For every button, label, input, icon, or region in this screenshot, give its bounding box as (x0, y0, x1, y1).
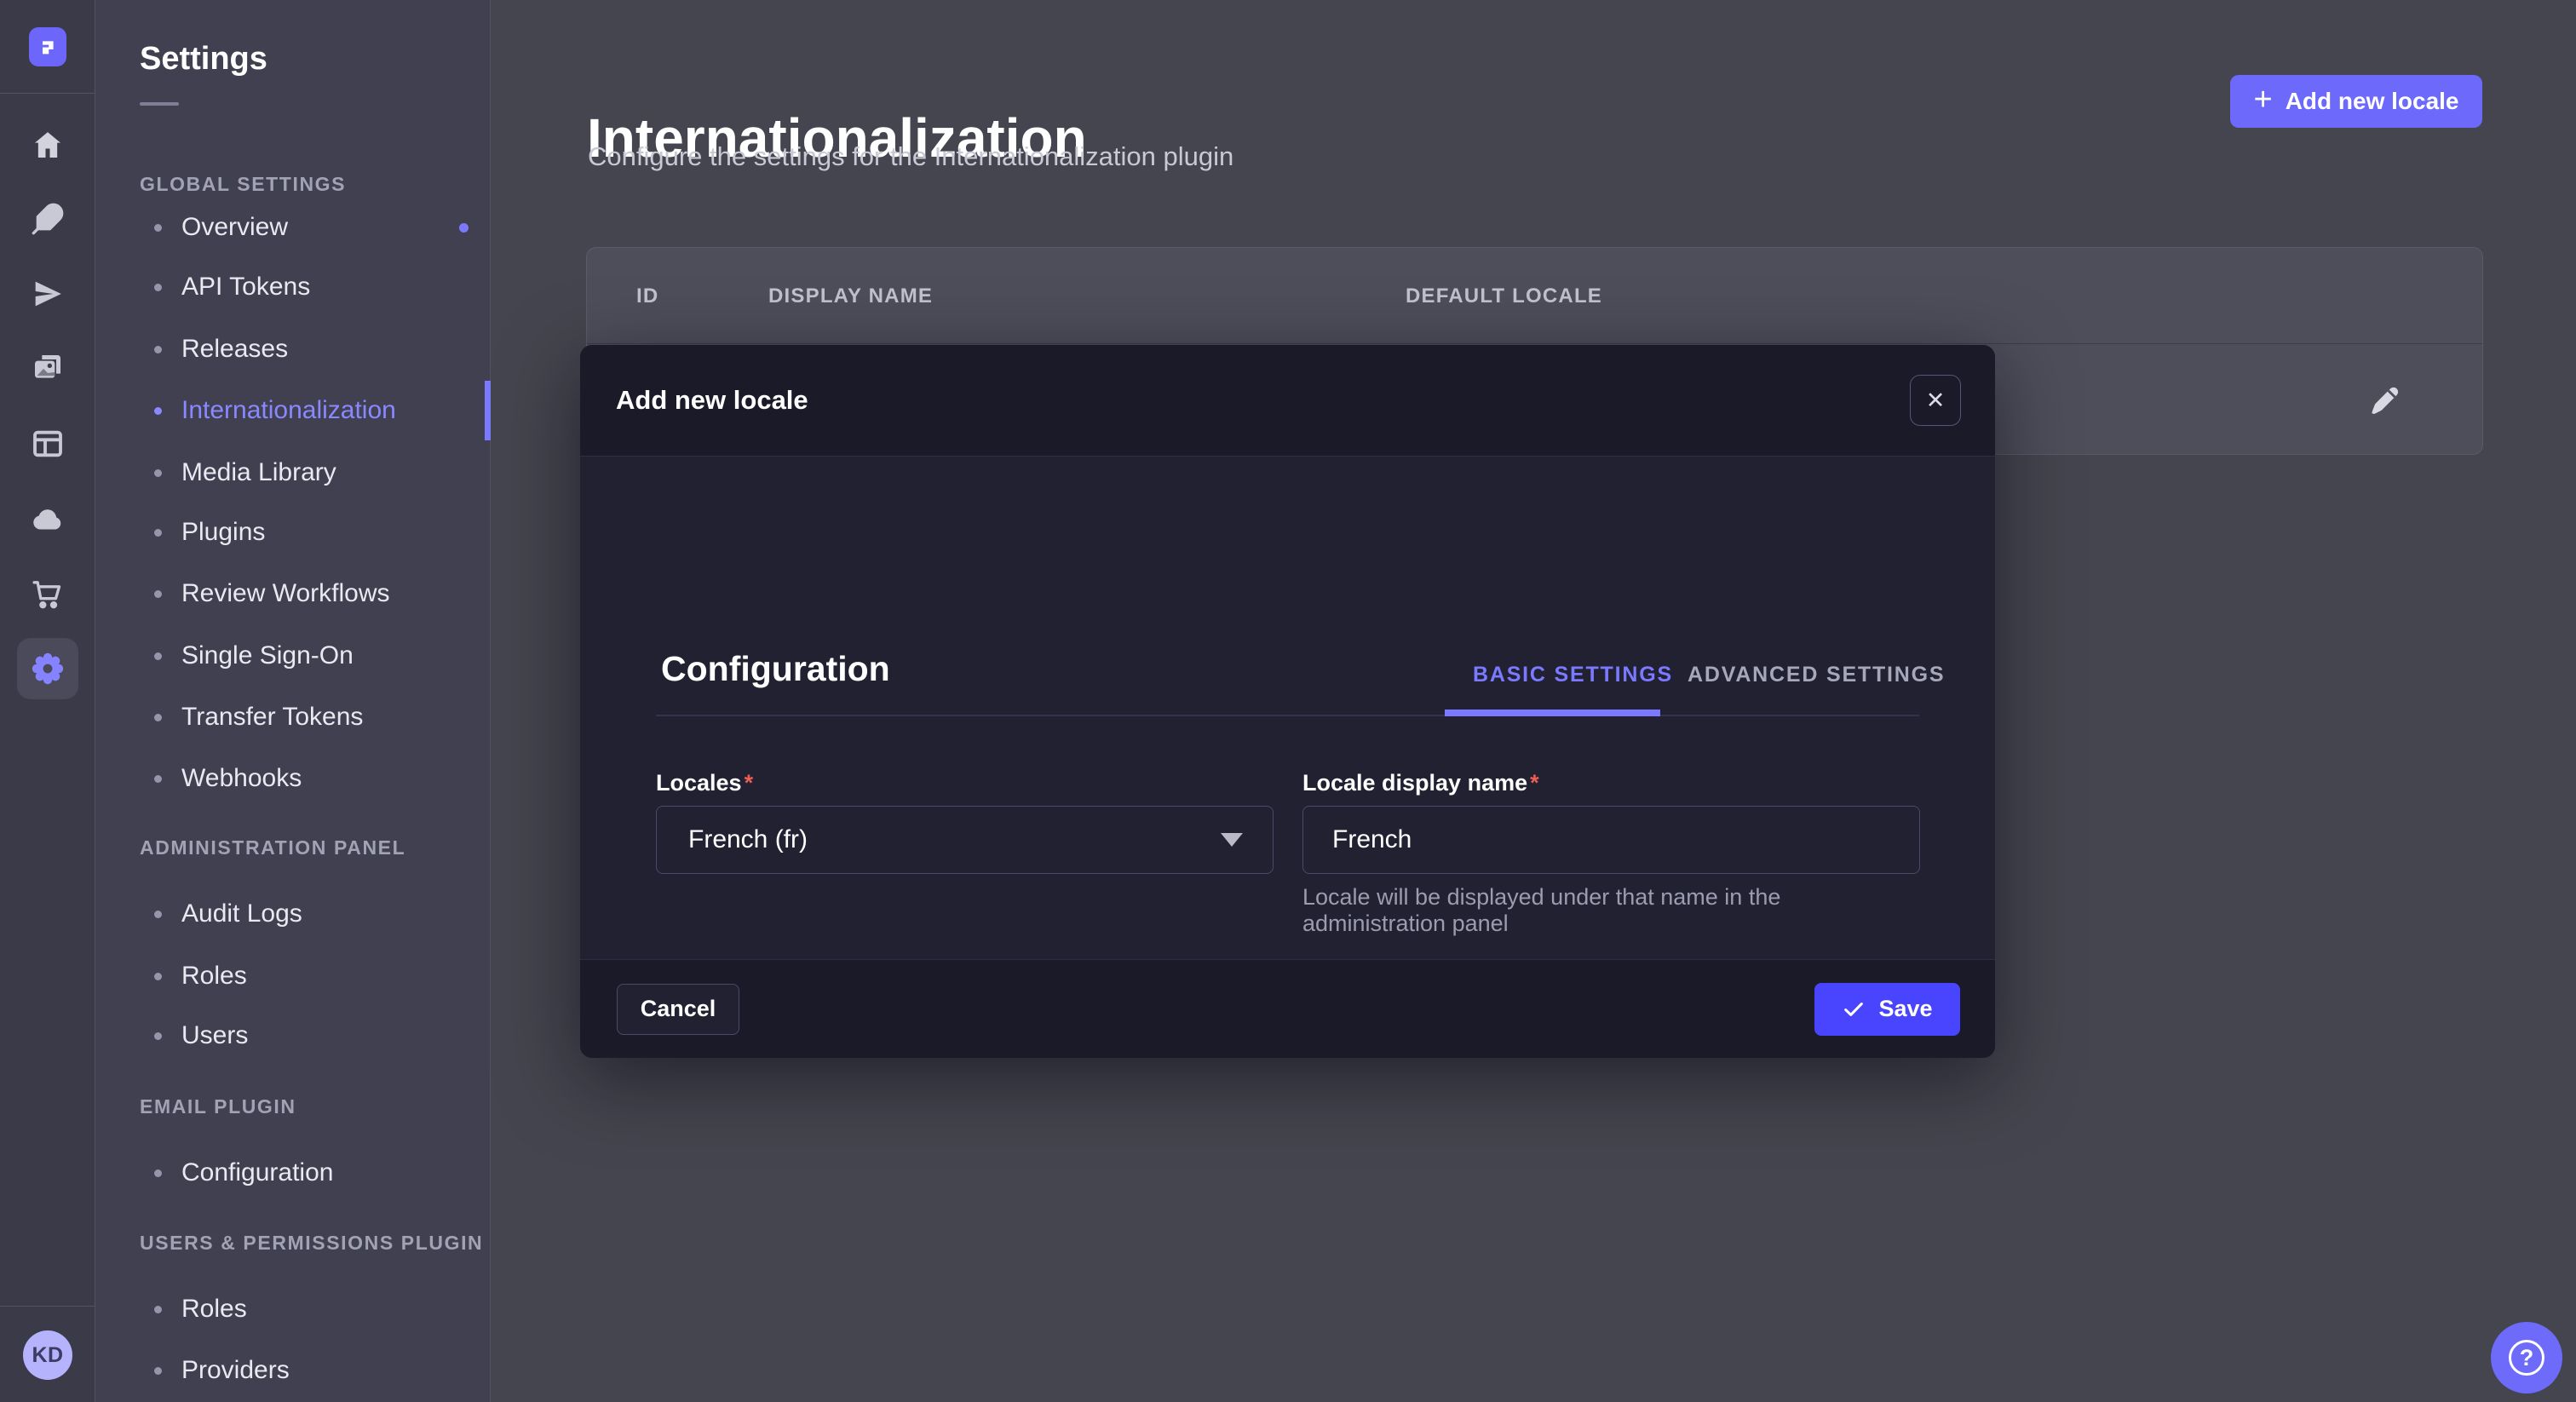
add-new-locale-label: Add new locale (2286, 88, 2459, 115)
bullet-icon (154, 1032, 162, 1040)
active-item-indicator (485, 381, 491, 440)
sidebar-item-providers[interactable]: Providers (154, 1353, 290, 1388)
modal-footer: Cancel Save (580, 959, 1995, 1058)
settings-gear-icon[interactable] (17, 638, 78, 699)
bullet-icon (154, 590, 162, 598)
column-header-id: ID (636, 248, 658, 344)
column-header-display-name: DISPLAY NAME (768, 248, 933, 344)
bullet-icon (154, 1306, 162, 1313)
sidebar-item-webhooks[interactable]: Webhooks (154, 761, 302, 796)
check-icon (1842, 997, 1866, 1021)
bullet-icon (154, 1169, 162, 1177)
save-button[interactable]: Save (1814, 983, 1960, 1036)
rail-logo-area (0, 0, 95, 94)
sidebar-item-media-library[interactable]: Media Library (154, 456, 336, 490)
sidebar-item-review-workflows[interactable]: Review Workflows (154, 577, 390, 611)
page-subtitle: Configure the settings for the Internati… (588, 141, 1233, 172)
add-new-locale-button[interactable]: + Add new locale (2230, 75, 2482, 128)
bullet-icon (154, 775, 162, 783)
tab-basic-settings[interactable]: BASIC SETTINGS (1473, 663, 1673, 687)
locales-table-header: ID DISPLAY NAME DEFAULT LOCALE (587, 248, 2482, 344)
section-label-administration-panel: ADMINISTRATION PANEL (140, 836, 405, 860)
sidebar-item-single-sign-on[interactable]: Single Sign-On (154, 639, 354, 673)
sidebar-item-releases[interactable]: Releases (154, 332, 288, 366)
section-label-global-settings: GLOBAL SETTINGS (140, 173, 346, 197)
bullet-icon (154, 911, 162, 918)
tab-advanced-settings[interactable]: ADVANCED SETTINGS (1688, 663, 1945, 687)
display-name-field-label: Locale display name* (1302, 770, 1539, 796)
sidebar-item-api-tokens[interactable]: API Tokens (154, 270, 310, 304)
add-locale-modal: Add new locale ✕ Configuration BASIC SET… (580, 345, 1995, 1058)
question-icon: ? (2509, 1340, 2544, 1376)
sidebar-item-transfer-tokens[interactable]: Transfer Tokens (154, 700, 363, 734)
cart-icon[interactable] (27, 574, 68, 615)
bullet-icon (154, 346, 162, 353)
bullet-icon (154, 224, 162, 232)
sidebar-item-admin-roles[interactable]: Roles (154, 959, 247, 993)
locales-field-label: Locales* (656, 770, 753, 796)
send-icon[interactable] (27, 273, 68, 314)
cloud-icon[interactable] (27, 499, 68, 540)
help-button[interactable]: ? (2491, 1322, 2562, 1393)
strapi-settings-screen: KD Settings GLOBAL SETTINGS Overview API… (0, 0, 2576, 1402)
sidebar-item-audit-logs[interactable]: Audit Logs (154, 897, 302, 931)
tabs-divider (656, 715, 1919, 716)
settings-subnav: Settings GLOBAL SETTINGS Overview API To… (95, 0, 491, 1402)
bullet-icon (154, 407, 162, 415)
locales-select-value: French (fr) (688, 825, 808, 854)
user-avatar[interactable]: KD (23, 1330, 72, 1380)
column-header-default-locale: DEFAULT LOCALE (1406, 248, 1602, 344)
sidebar-item-users[interactable]: Users (154, 1019, 248, 1053)
bullet-icon (154, 1367, 162, 1375)
bullet-icon (154, 469, 162, 477)
close-modal-button[interactable]: ✕ (1910, 375, 1961, 426)
sidebar-item-up-roles[interactable]: Roles (154, 1292, 247, 1326)
save-label: Save (1878, 996, 1932, 1022)
plus-icon: + (2253, 83, 2272, 116)
modal-header: Add new locale ✕ (580, 345, 1995, 457)
close-icon: ✕ (1926, 389, 1946, 412)
strapi-logo-glyph (35, 34, 60, 60)
modal-body: Configuration BASIC SETTINGS ADVANCED SE… (580, 457, 1995, 959)
feather-icon[interactable] (27, 198, 68, 239)
sidebar-item-overview[interactable]: Overview (154, 210, 288, 244)
pencil-icon (2366, 382, 2403, 419)
modal-title: Add new locale (616, 385, 808, 416)
chevron-down-icon (1221, 833, 1243, 847)
strapi-logo[interactable] (29, 27, 66, 66)
home-icon[interactable] (27, 124, 68, 165)
bullet-icon (154, 652, 162, 660)
section-label-users-permissions-plugin: USERS & PERMISSIONS PLUGIN (140, 1232, 483, 1255)
configuration-section-title: Configuration (661, 649, 890, 689)
subnav-title-underline (140, 102, 179, 106)
locales-select[interactable]: French (fr) (656, 806, 1274, 874)
bullet-icon (154, 529, 162, 537)
display-name-input[interactable] (1302, 806, 1920, 874)
required-asterisk: * (1530, 770, 1539, 796)
bullet-icon (154, 284, 162, 291)
overview-notification-dot (459, 223, 469, 233)
sidebar-item-email-configuration[interactable]: Configuration (154, 1156, 333, 1190)
sidebar-item-plugins[interactable]: Plugins (154, 515, 265, 549)
cancel-button[interactable]: Cancel (617, 984, 739, 1035)
icon-rail: KD (0, 0, 95, 1402)
display-name-hint: Locale will be displayed under that name… (1302, 884, 1912, 937)
subnav-title: Settings (140, 41, 267, 78)
edit-locale-button[interactable] (2365, 381, 2404, 420)
section-label-email-plugin: EMAIL PLUGIN (140, 1095, 296, 1119)
layout-icon[interactable] (27, 423, 68, 464)
required-asterisk: * (745, 770, 754, 796)
bullet-icon (154, 973, 162, 980)
media-library-icon[interactable] (27, 348, 68, 388)
sidebar-item-internationalization[interactable]: Internationalization (154, 394, 396, 428)
bullet-icon (154, 714, 162, 721)
active-tab-underline (1445, 710, 1660, 716)
rail-footer-divider (0, 1306, 95, 1307)
